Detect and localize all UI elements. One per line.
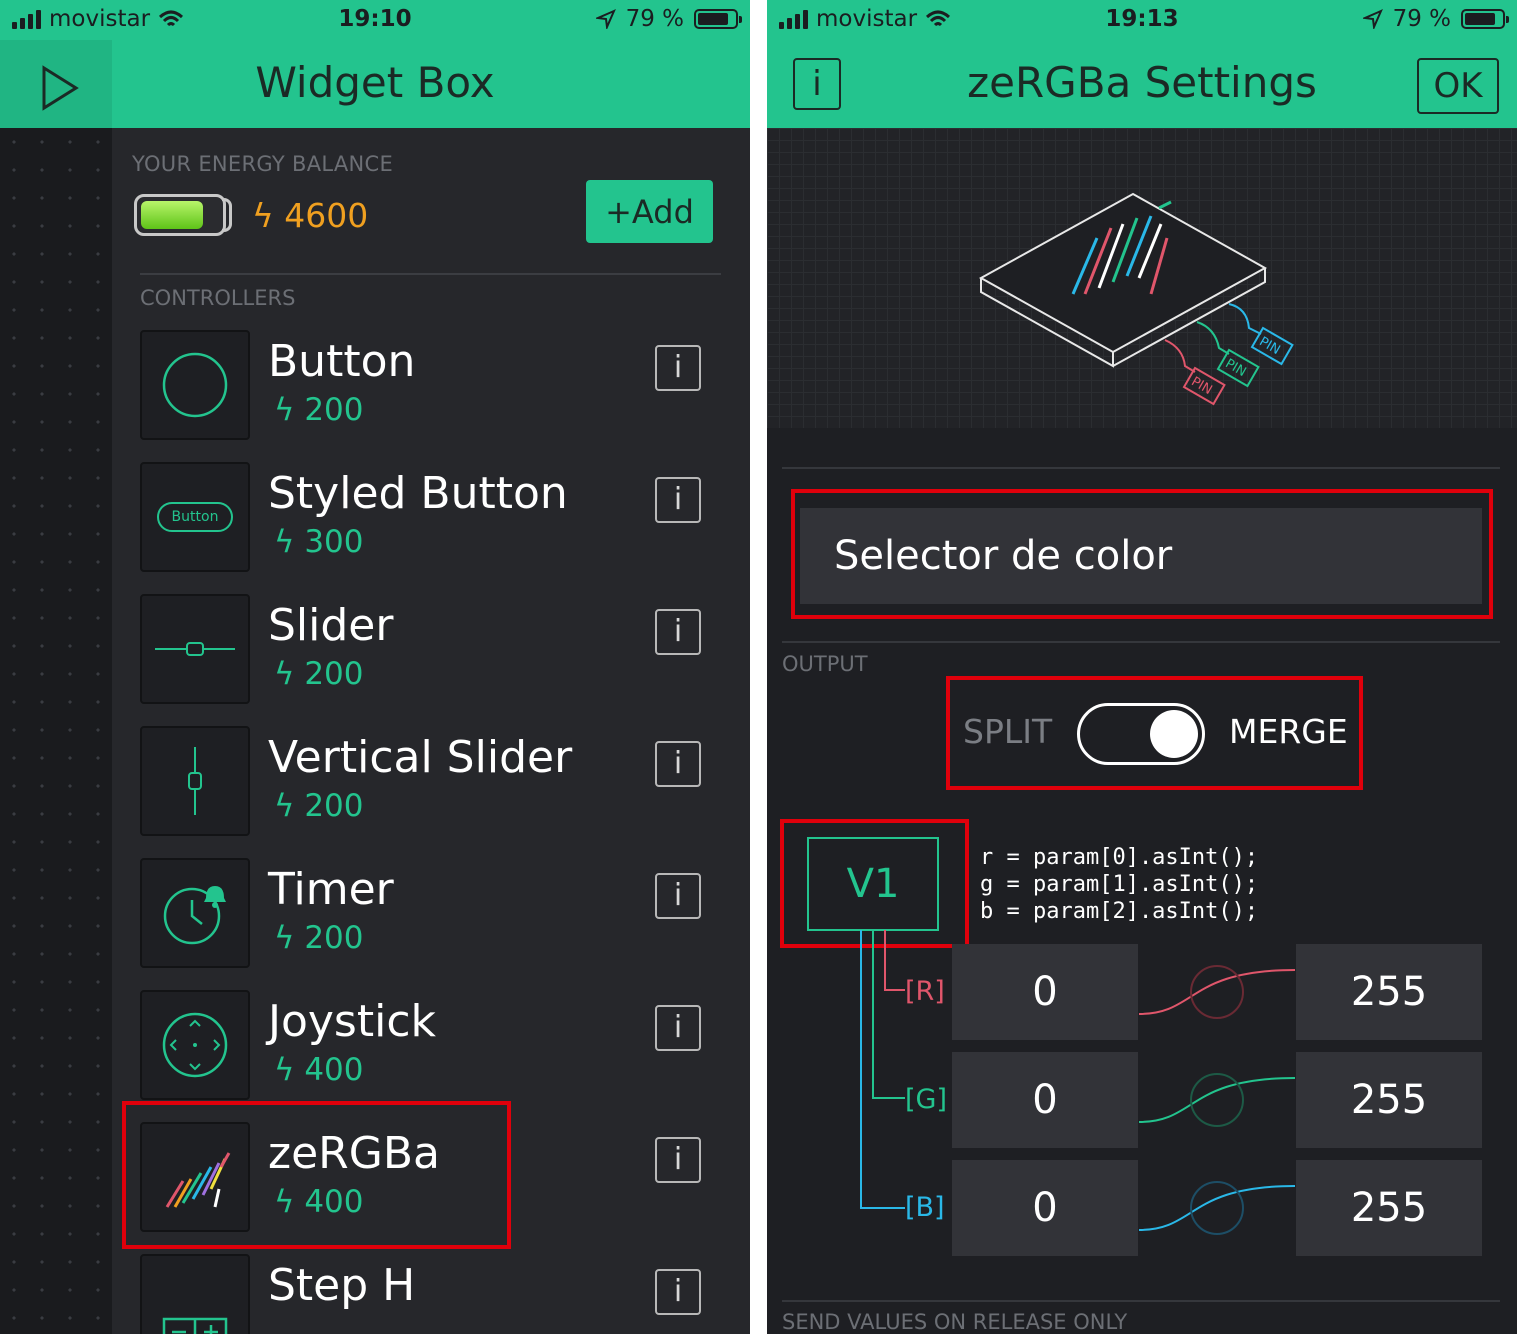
- divider: [782, 641, 1500, 643]
- widget-info-button[interactable]: i: [655, 1005, 701, 1051]
- widget-name: Timer: [268, 864, 394, 915]
- battery-percent: 79 %: [625, 6, 684, 32]
- highlight-box: [946, 676, 1363, 790]
- divider: [782, 467, 1500, 469]
- pin-tag-red: PIN: [1182, 366, 1226, 406]
- highlight-box: [122, 1101, 511, 1249]
- output-section-label: OUTPUT: [782, 652, 868, 676]
- controllers-section-label: CONTROLLERS: [140, 286, 296, 310]
- widget-info-button[interactable]: i: [655, 609, 701, 655]
- joystick-icon: [162, 1012, 228, 1078]
- widget-item-step-h[interactable]: Step H i: [140, 1254, 720, 1334]
- status-bar: movistar 19:13 79 %: [767, 0, 1517, 40]
- energy-battery-icon: [134, 194, 226, 236]
- widget-cost: ϟ 200: [274, 920, 364, 956]
- widget-box-panel: YOUR ENERGY BALANCE ϟ 4600 +Add CONTROLL…: [112, 128, 750, 1334]
- channel-g-label: [G]: [905, 1084, 947, 1115]
- divider: [782, 1300, 1500, 1302]
- widget-name: Vertical Slider: [268, 732, 573, 783]
- channel-g-min[interactable]: 0: [952, 1052, 1138, 1148]
- widget-info-button[interactable]: i: [655, 477, 701, 523]
- widget-name: Joystick: [268, 996, 437, 1047]
- zergba-illustration: PIN PIN PIN: [767, 128, 1517, 428]
- step-h-icon: [162, 1317, 228, 1334]
- pin-tag-green: PIN: [1216, 348, 1260, 388]
- channel-r-min[interactable]: 0: [952, 944, 1138, 1040]
- curve-r-icon: [1138, 965, 1296, 1019]
- widget-cost: ϟ 200: [274, 656, 364, 692]
- curve-b-icon: [1138, 1181, 1296, 1235]
- widget-item-vertical-slider[interactable]: Vertical Slider ϟ 200 i: [140, 726, 720, 838]
- widget-name: Styled Button: [268, 468, 568, 519]
- widget-item-slider[interactable]: Slider ϟ 200 i: [140, 594, 720, 706]
- channel-r-max[interactable]: 255: [1296, 944, 1482, 1040]
- widget-name: Button: [268, 336, 416, 387]
- energy-balance-value: ϟ 4600: [252, 196, 369, 235]
- bolt-icon: ϟ: [252, 196, 274, 235]
- widget-cost: ϟ 300: [274, 524, 364, 560]
- zergba-settings-screen: i zeRGBa Settings OK movistar 19:13 79 %: [767, 0, 1517, 1334]
- widget-cost: ϟ 200: [274, 392, 364, 428]
- location-icon: [595, 9, 616, 29]
- battery-percent: 79 %: [1392, 6, 1451, 32]
- page-title: Widget Box: [255, 58, 495, 107]
- battery-icon: [694, 9, 742, 29]
- widget-info-button[interactable]: i: [655, 741, 701, 787]
- widget-item-joystick[interactable]: Joystick ϟ 400 i: [140, 990, 720, 1102]
- styled-button-icon: Button: [157, 502, 233, 532]
- channel-b-max[interactable]: 255: [1296, 1160, 1482, 1256]
- energy-balance-label: YOUR ENERGY BALANCE: [132, 152, 394, 176]
- widget-info-button[interactable]: i: [655, 873, 701, 919]
- channel-g-max[interactable]: 255: [1296, 1052, 1482, 1148]
- code-snippet: r = param[0].asInt(); g = param[1].asInt(…: [980, 845, 1259, 924]
- horizontal-slider-icon: [155, 642, 235, 656]
- widget-info-button[interactable]: i: [655, 345, 701, 391]
- canvas-grid[interactable]: [0, 128, 112, 1334]
- channel-b-min[interactable]: 0: [952, 1160, 1138, 1256]
- ok-button[interactable]: OK: [1417, 58, 1499, 114]
- widget-cost: ϟ 400: [274, 1052, 364, 1088]
- timer-clock-icon: [163, 886, 226, 945]
- battery-icon: [1461, 9, 1509, 29]
- circle-button-icon: [162, 352, 228, 418]
- widget-box-screen: Widget Box movistar 19:10 79 % YOUR ENER…: [0, 0, 750, 1334]
- widget-item-styled-button[interactable]: Button Styled Button ϟ 300 i: [140, 462, 720, 574]
- divider: [140, 273, 721, 275]
- channel-r-label: [R]: [905, 976, 945, 1007]
- curve-g-icon: [1138, 1073, 1296, 1127]
- widget-name: Slider: [268, 600, 394, 651]
- page-title: zeRGBa Settings: [967, 58, 1317, 107]
- add-energy-button[interactable]: +Add: [586, 180, 713, 243]
- widget-info-button[interactable]: i: [655, 1137, 701, 1183]
- widget-info-button[interactable]: i: [655, 1269, 701, 1315]
- send-on-release-label: SEND VALUES ON RELEASE ONLY: [782, 1310, 1128, 1334]
- vertical-slider-icon: [188, 747, 202, 815]
- highlight-box: [780, 819, 969, 948]
- channel-b-label: [B]: [905, 1192, 945, 1223]
- location-icon: [1362, 9, 1383, 29]
- widget-item-button[interactable]: Button ϟ 200 i: [140, 330, 720, 442]
- widget-name: Step H: [268, 1260, 416, 1311]
- highlight-box: [791, 489, 1493, 619]
- status-bar: movistar 19:10 79 %: [0, 0, 750, 40]
- zergba-device-icon: PIN PIN PIN: [978, 192, 1294, 406]
- widget-cost: ϟ 200: [274, 788, 364, 824]
- widget-item-timer[interactable]: Timer ϟ 200 i: [140, 858, 720, 970]
